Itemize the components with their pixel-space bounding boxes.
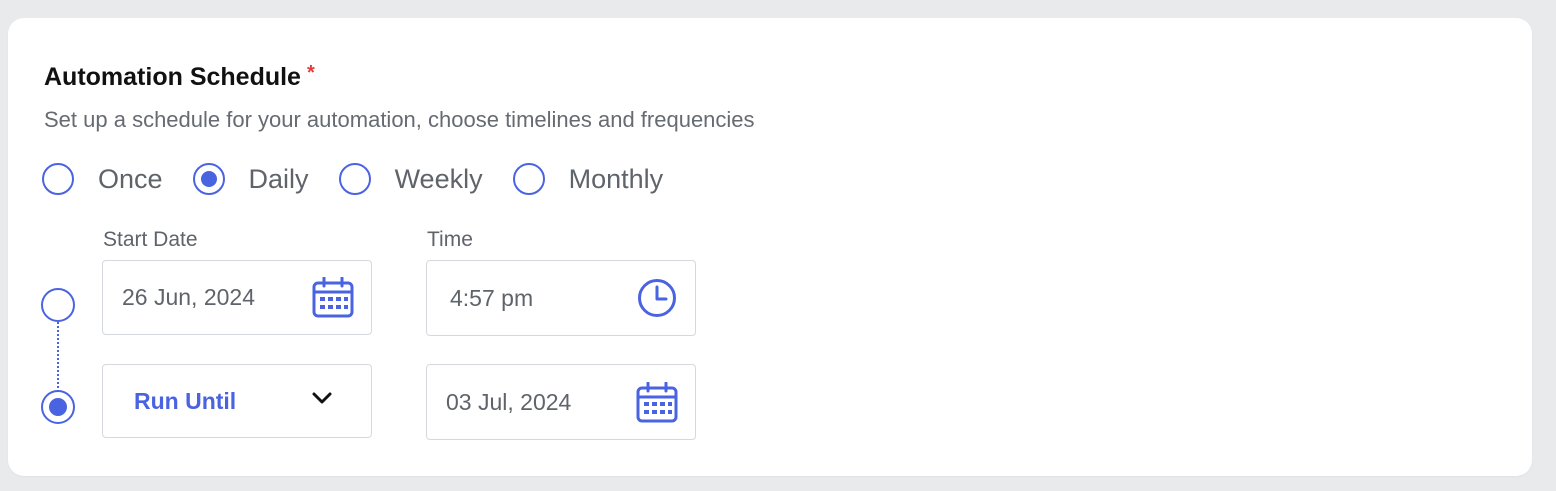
clock-icon[interactable] xyxy=(637,278,677,318)
run-until-label: Run Until xyxy=(134,387,237,414)
chevron-down-icon[interactable] xyxy=(311,391,333,405)
section-title: Automation Schedule * xyxy=(44,62,315,92)
radio-label-monthly: Monthly xyxy=(568,163,664,194)
start-date-value: 26 Jun, 2024 xyxy=(122,284,256,310)
calendar-icon[interactable] xyxy=(635,382,679,424)
run-until-dropdown[interactable]: Run Until xyxy=(102,364,372,438)
frequency-option-monthly[interactable]: Monthly xyxy=(512,163,664,195)
radio-weekly[interactable] xyxy=(338,163,371,195)
section-subtitle: Set up a schedule for your automation, c… xyxy=(44,107,755,132)
radio-label-weekly: Weekly xyxy=(394,163,483,194)
radio-label-daily: Daily xyxy=(248,163,309,194)
frequency-option-once[interactable]: Once xyxy=(42,163,163,195)
radio-once[interactable] xyxy=(42,163,74,195)
section-title-text: Automation Schedule xyxy=(44,63,301,91)
required-marker: * xyxy=(306,62,315,84)
radio-daily[interactable] xyxy=(192,163,225,195)
start-date-field[interactable]: 26 Jun, 2024 xyxy=(102,260,372,335)
frequency-option-daily[interactable]: Daily xyxy=(192,163,309,195)
time-label: Time xyxy=(427,228,473,251)
time-value: 4:57 pm xyxy=(450,284,534,311)
radio-label-once: Once xyxy=(98,163,163,194)
frequency-radio-group: Once Daily Weekly Monthly xyxy=(42,161,693,197)
automation-schedule-card: Automation Schedule * Set up a schedule f… xyxy=(8,18,1532,476)
end-date-value: 03 Jul, 2024 xyxy=(446,388,572,415)
timeline-connector xyxy=(57,322,59,396)
end-timeline-radio[interactable] xyxy=(41,390,75,424)
radio-monthly[interactable] xyxy=(512,163,545,195)
end-date-field[interactable]: 03 Jul, 2024 xyxy=(426,364,696,440)
start-timeline-radio[interactable] xyxy=(41,288,75,322)
calendar-icon[interactable] xyxy=(311,277,355,319)
start-date-label: Start Date xyxy=(103,228,198,251)
time-field[interactable]: 4:57 pm xyxy=(426,260,696,336)
frequency-option-weekly[interactable]: Weekly xyxy=(338,163,483,195)
